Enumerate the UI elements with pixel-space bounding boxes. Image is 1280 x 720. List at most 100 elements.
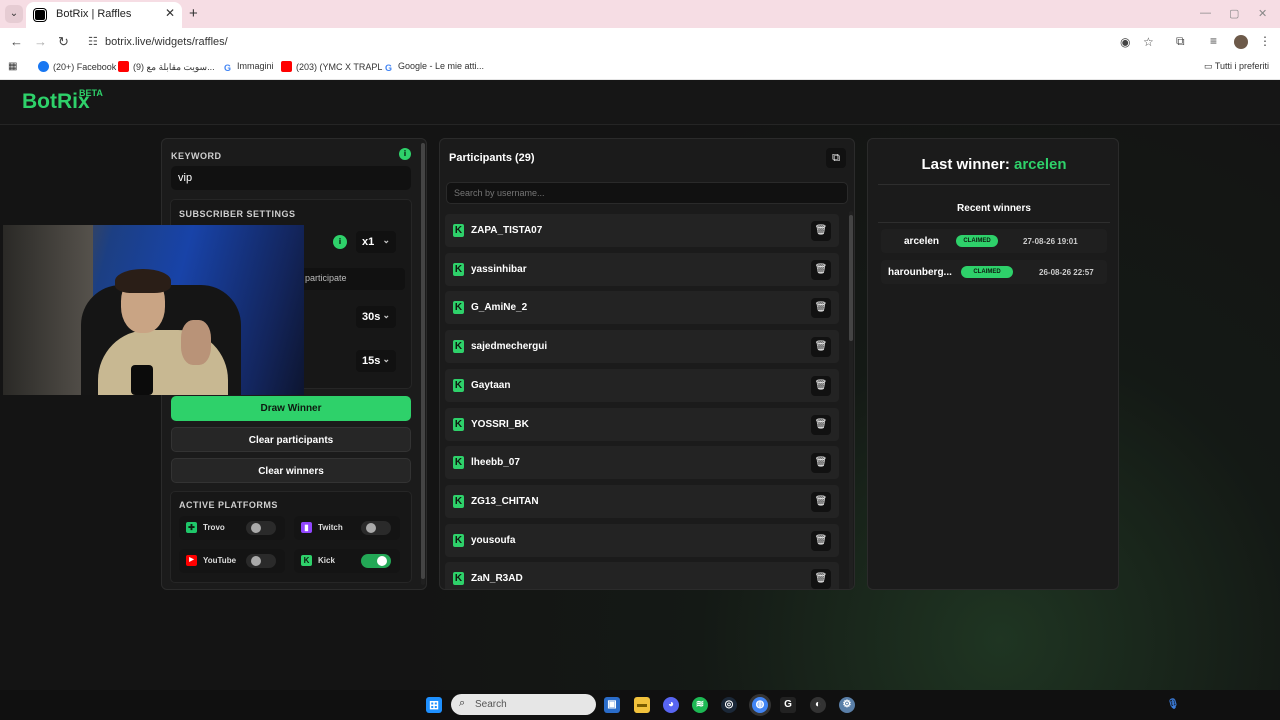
- delete-participant-icon[interactable]: 🗑: [811, 530, 831, 551]
- copy-icon[interactable]: ⧉: [826, 148, 846, 168]
- back-icon[interactable]: ←: [10, 34, 23, 49]
- forward-icon[interactable]: →: [34, 34, 47, 49]
- kick-toggle[interactable]: [361, 554, 391, 568]
- bookmark-facebook[interactable]: (20+) Facebook: [38, 61, 116, 72]
- bookmark-youtube-2[interactable]: (203) (YMC X TRAPL...: [281, 61, 390, 72]
- clear-participants-button[interactable]: Clear participants: [171, 427, 411, 452]
- eye-off-icon[interactable]: ◉: [1120, 35, 1130, 49]
- participant-search-input[interactable]: [446, 182, 848, 204]
- youtube-icon: ▶: [186, 555, 197, 566]
- discord-icon[interactable]: ◕: [663, 697, 679, 713]
- participants-panel: Participants (29) ⧉ K ZAPA_TISTA07 🗑 Kyassi…: [439, 138, 855, 590]
- trovo-toggle[interactable]: [246, 521, 276, 535]
- platform-name: Trovo: [203, 523, 225, 532]
- bookmark-label: Immagini: [237, 61, 274, 71]
- timer-1-value: 30s: [362, 311, 381, 323]
- browser-toolbar: ← → ↻ ☷ botrix.live/widgets/raffles/ ◉ ☆…: [0, 28, 1280, 56]
- store-icon[interactable]: ▣: [604, 697, 620, 713]
- timer-select-1[interactable]: 30s ⌄: [356, 306, 396, 328]
- tab-title: BotRix | Raffles: [56, 8, 132, 20]
- toggle-knob: [251, 556, 261, 566]
- bookmark-youtube-1[interactable]: (9) سويت مقابلة مع...: [118, 61, 215, 73]
- divider: [878, 184, 1110, 185]
- maximize-icon[interactable]: ▢: [1229, 7, 1239, 20]
- chrome-icon[interactable]: ◍: [752, 697, 768, 713]
- settings-gear-icon[interactable]: ⚙: [839, 697, 855, 713]
- delete-participant-icon[interactable]: 🗑: [811, 453, 831, 474]
- participant-name: ZaN_R3AD: [471, 573, 523, 585]
- delete-participant-icon[interactable]: 🗑: [811, 298, 831, 319]
- participant-name: ZAPA_TISTA07: [471, 225, 543, 236]
- participants-scroll-thumb[interactable]: [849, 215, 853, 341]
- participants-title: Participants (29): [449, 152, 535, 164]
- kick-icon: K: [453, 456, 464, 470]
- subscriber-settings-label: SUBSCRIBER SETTINGS: [179, 209, 296, 219]
- tab-close-icon[interactable]: ✕: [165, 6, 175, 20]
- platform-youtube: ▶ YouTube: [179, 549, 285, 573]
- keyword-label: KEYWORD: [171, 151, 222, 161]
- site-info-icon[interactable]: ☷: [88, 35, 98, 48]
- participant-row: K G_AmiNe_2 🗑: [445, 291, 839, 325]
- subscriber-info-icon[interactable]: i: [333, 235, 347, 249]
- reload-icon[interactable]: ↻: [58, 34, 69, 50]
- delete-participant-icon[interactable]: 🗑: [811, 414, 831, 435]
- window-close-icon[interactable]: ✕: [1258, 7, 1267, 20]
- obs-icon[interactable]: ◐: [810, 697, 826, 713]
- multiplier-select[interactable]: x1 ⌄: [356, 231, 396, 253]
- clear-winners-button[interactable]: Clear winners: [171, 458, 411, 483]
- delete-participant-icon[interactable]: 🗑: [811, 569, 831, 589]
- delete-participant-icon[interactable]: 🗑: [811, 221, 831, 241]
- kick-icon: K: [453, 224, 464, 237]
- delete-participant-icon[interactable]: 🗑: [811, 259, 831, 280]
- participate-hint: participate: [299, 268, 405, 290]
- all-bookmarks-label: Tutti i preferiti: [1214, 61, 1270, 71]
- all-bookmarks[interactable]: ▭ Tutti i preferiti: [1204, 61, 1269, 72]
- delete-participant-icon[interactable]: 🗑: [811, 375, 831, 396]
- microphone-icon[interactable]: 🎙: [1165, 697, 1181, 713]
- cam-person-hand: [181, 320, 211, 365]
- apps-icon[interactable]: ▦: [8, 61, 17, 72]
- taskbar-search[interactable]: ⌕ Search: [451, 694, 596, 715]
- settings-scroll-thumb[interactable]: [421, 143, 425, 579]
- participant-name: sajedmechergui: [471, 341, 548, 353]
- platform-name: Kick: [318, 556, 335, 565]
- draw-winner-button[interactable]: Draw Winner: [171, 396, 411, 421]
- media-icon[interactable]: ≡: [1210, 34, 1217, 48]
- divider: [878, 222, 1110, 223]
- participant-name: yassinhibar: [471, 263, 527, 275]
- steam-icon[interactable]: ◎: [721, 697, 737, 713]
- delete-participant-icon[interactable]: 🗑: [811, 337, 831, 358]
- twitch-toggle[interactable]: [361, 521, 391, 535]
- bookmark-google[interactable]: G Google - Le mie atti...: [383, 61, 484, 74]
- participant-row: Ksajedmechergui 🗑: [445, 330, 839, 364]
- last-winner-heading: Last winner: arcelen: [868, 156, 1120, 173]
- windows-start-icon[interactable]: ⊞: [426, 697, 442, 713]
- participant-row: K ZG13_CHITAN 🗑: [445, 484, 839, 518]
- bookmark-immagini[interactable]: G Immagini: [222, 61, 274, 74]
- bookmark-star-icon[interactable]: ☆: [1143, 35, 1154, 49]
- file-explorer-icon[interactable]: ▬: [634, 697, 650, 713]
- toggle-knob: [251, 523, 261, 533]
- youtube-toggle[interactable]: [246, 554, 276, 568]
- spotify-icon[interactable]: ≋: [692, 697, 708, 713]
- app-icon[interactable]: G: [780, 697, 796, 713]
- keyword-input[interactable]: vip: [171, 166, 411, 190]
- participant-name: Gaytaan: [471, 379, 511, 391]
- botrix-favicon-icon: [34, 9, 46, 21]
- keyword-info-icon[interactable]: i: [399, 148, 411, 160]
- tab-search-button[interactable]: ⌄: [5, 5, 23, 23]
- profile-avatar[interactable]: [1234, 35, 1248, 49]
- kick-icon: K: [453, 378, 464, 392]
- timer-select-2[interactable]: 15s ⌄: [356, 350, 396, 372]
- address-bar[interactable]: ☷ botrix.live/widgets/raffles/ ◉ ☆: [80, 30, 1165, 54]
- extensions-icon[interactable]: ⧉: [1176, 34, 1185, 49]
- browser-tab[interactable]: BotRix | Raffles ✕: [26, 2, 182, 28]
- menu-icon[interactable]: ⋮: [1259, 34, 1271, 48]
- new-tab-button[interactable]: +: [189, 5, 198, 22]
- bookmark-label: (9) سويت مقابلة مع...: [133, 62, 215, 72]
- minimize-icon[interactable]: —: [1200, 7, 1211, 19]
- active-platforms: ACTIVE PLATFORMS ✚ Trovo ▮ Twitch ▶ YouT…: [170, 491, 412, 583]
- toggle-knob: [366, 523, 376, 533]
- delete-participant-icon[interactable]: 🗑: [811, 491, 831, 512]
- webcam-overlay: [3, 225, 304, 395]
